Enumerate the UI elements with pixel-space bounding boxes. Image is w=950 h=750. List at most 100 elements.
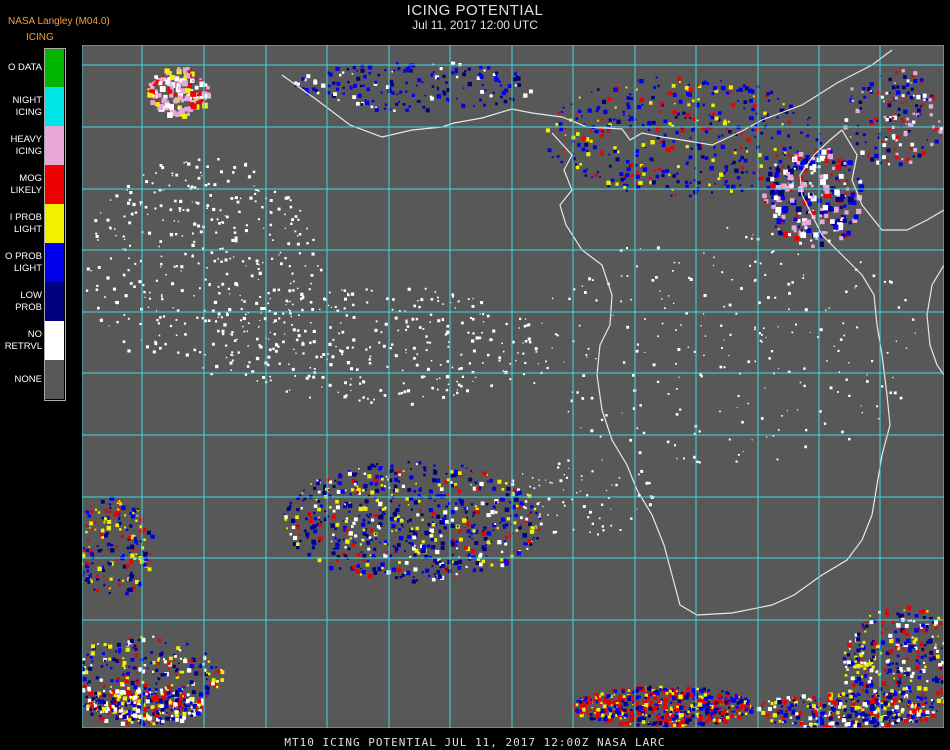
icing-pixel — [611, 700, 616, 705]
icing-pixel — [106, 525, 111, 531]
icing-pixel — [116, 698, 120, 702]
icing-pixel — [636, 686, 639, 689]
no-retrieval-pixel — [97, 266, 101, 269]
icing-pixel — [380, 484, 383, 487]
icing-pixel — [374, 465, 377, 468]
icing-pixel — [624, 716, 626, 719]
icing-pixel — [410, 527, 414, 531]
icing-pixel — [95, 700, 98, 702]
icing-pixel — [88, 574, 92, 578]
icing-pixel — [115, 545, 118, 548]
icing-pixel — [780, 195, 785, 201]
icing-pixel — [674, 102, 676, 105]
icing-pixel — [313, 511, 316, 515]
icing-pixel — [370, 105, 374, 109]
icing-pixel — [379, 508, 382, 512]
no-retrieval-pixel — [233, 339, 237, 342]
no-retrieval-pixel — [471, 305, 475, 308]
legend-label: NONE — [14, 373, 42, 385]
icing-pixel — [150, 661, 153, 665]
icing-pixel — [329, 506, 332, 509]
icing-pixel — [179, 649, 182, 652]
no-retrieval-pixel — [313, 367, 316, 370]
icing-pixel — [894, 82, 896, 84]
icing-pixel — [864, 621, 868, 624]
icing-pixel — [166, 689, 169, 692]
icing-pixel — [728, 85, 733, 90]
icing-pixel — [95, 508, 98, 511]
icing-pixel — [447, 559, 452, 565]
no-retrieval-pixel — [280, 262, 283, 266]
icing-pixel — [459, 537, 463, 542]
icing-pixel — [935, 654, 940, 659]
icing-pixel — [606, 700, 611, 705]
icing-pixel — [366, 536, 369, 539]
icing-pixel — [808, 116, 811, 119]
icing-pixel — [897, 107, 901, 111]
icing-pixel — [122, 664, 126, 667]
icing-pixel — [138, 721, 142, 725]
no-retrieval-pixel — [155, 172, 157, 174]
icing-pixel — [392, 545, 396, 548]
icing-pixel — [118, 500, 121, 503]
icing-pixel — [848, 198, 851, 201]
icing-pixel — [770, 711, 773, 714]
icing-pixel — [100, 711, 103, 714]
icing-pixel — [328, 489, 330, 491]
icing-pixel — [869, 711, 874, 715]
icing-pixel — [430, 96, 434, 101]
icing-pixel — [126, 546, 130, 550]
no-retrieval-pixel — [537, 363, 539, 365]
icing-pixel — [347, 80, 350, 84]
no-retrieval-pixel — [799, 381, 802, 384]
icing-pixel — [934, 676, 938, 679]
no-retrieval-pixel — [672, 270, 674, 272]
icing-pixel — [789, 181, 792, 184]
icing-pixel — [194, 77, 197, 80]
icing-pixel — [820, 193, 823, 196]
no-retrieval-pixel — [331, 355, 335, 359]
icing-pixel — [421, 571, 424, 574]
icing-pixel — [914, 665, 920, 671]
icing-pixel — [381, 477, 384, 481]
icing-pixel — [864, 670, 867, 672]
no-retrieval-pixel — [551, 482, 553, 484]
no-retrieval-pixel — [576, 391, 579, 394]
icing-pixel — [146, 563, 149, 566]
icing-pixel — [683, 705, 686, 708]
no-retrieval-pixel — [698, 461, 701, 464]
no-retrieval-pixel — [234, 239, 238, 243]
no-retrieval-pixel — [855, 285, 858, 287]
icing-pixel — [150, 534, 155, 539]
icing-pixel — [900, 669, 904, 673]
icing-pixel — [190, 706, 193, 709]
icing-pixel — [929, 650, 934, 655]
icing-pixel — [177, 688, 182, 692]
icing-pixel — [369, 513, 372, 516]
icing-pixel — [819, 174, 824, 179]
no-retrieval-pixel — [442, 303, 444, 305]
icing-pixel — [118, 659, 122, 662]
icing-pixel — [497, 540, 502, 545]
icing-pixel — [171, 717, 176, 721]
no-retrieval-pixel — [292, 303, 294, 306]
icing-pixel — [361, 489, 365, 492]
icing-pixel — [103, 583, 106, 587]
no-retrieval-pixel — [480, 301, 484, 305]
icing-pixel — [111, 709, 114, 712]
icing-pixel — [377, 568, 381, 571]
no-retrieval-pixel — [229, 333, 231, 335]
icing-pixel — [866, 155, 870, 158]
no-retrieval-pixel — [704, 335, 707, 337]
icing-pixel — [838, 173, 844, 179]
icing-pixel — [497, 479, 502, 484]
no-retrieval-pixel — [740, 287, 743, 290]
icing-pixel — [909, 146, 913, 150]
no-retrieval-pixel — [626, 247, 628, 249]
icing-pixel — [749, 98, 753, 103]
icing-pixel — [883, 100, 885, 103]
no-retrieval-pixel — [563, 361, 565, 363]
icing-pixel — [397, 67, 401, 71]
icing-pixel — [362, 84, 365, 87]
no-retrieval-pixel — [758, 332, 761, 335]
